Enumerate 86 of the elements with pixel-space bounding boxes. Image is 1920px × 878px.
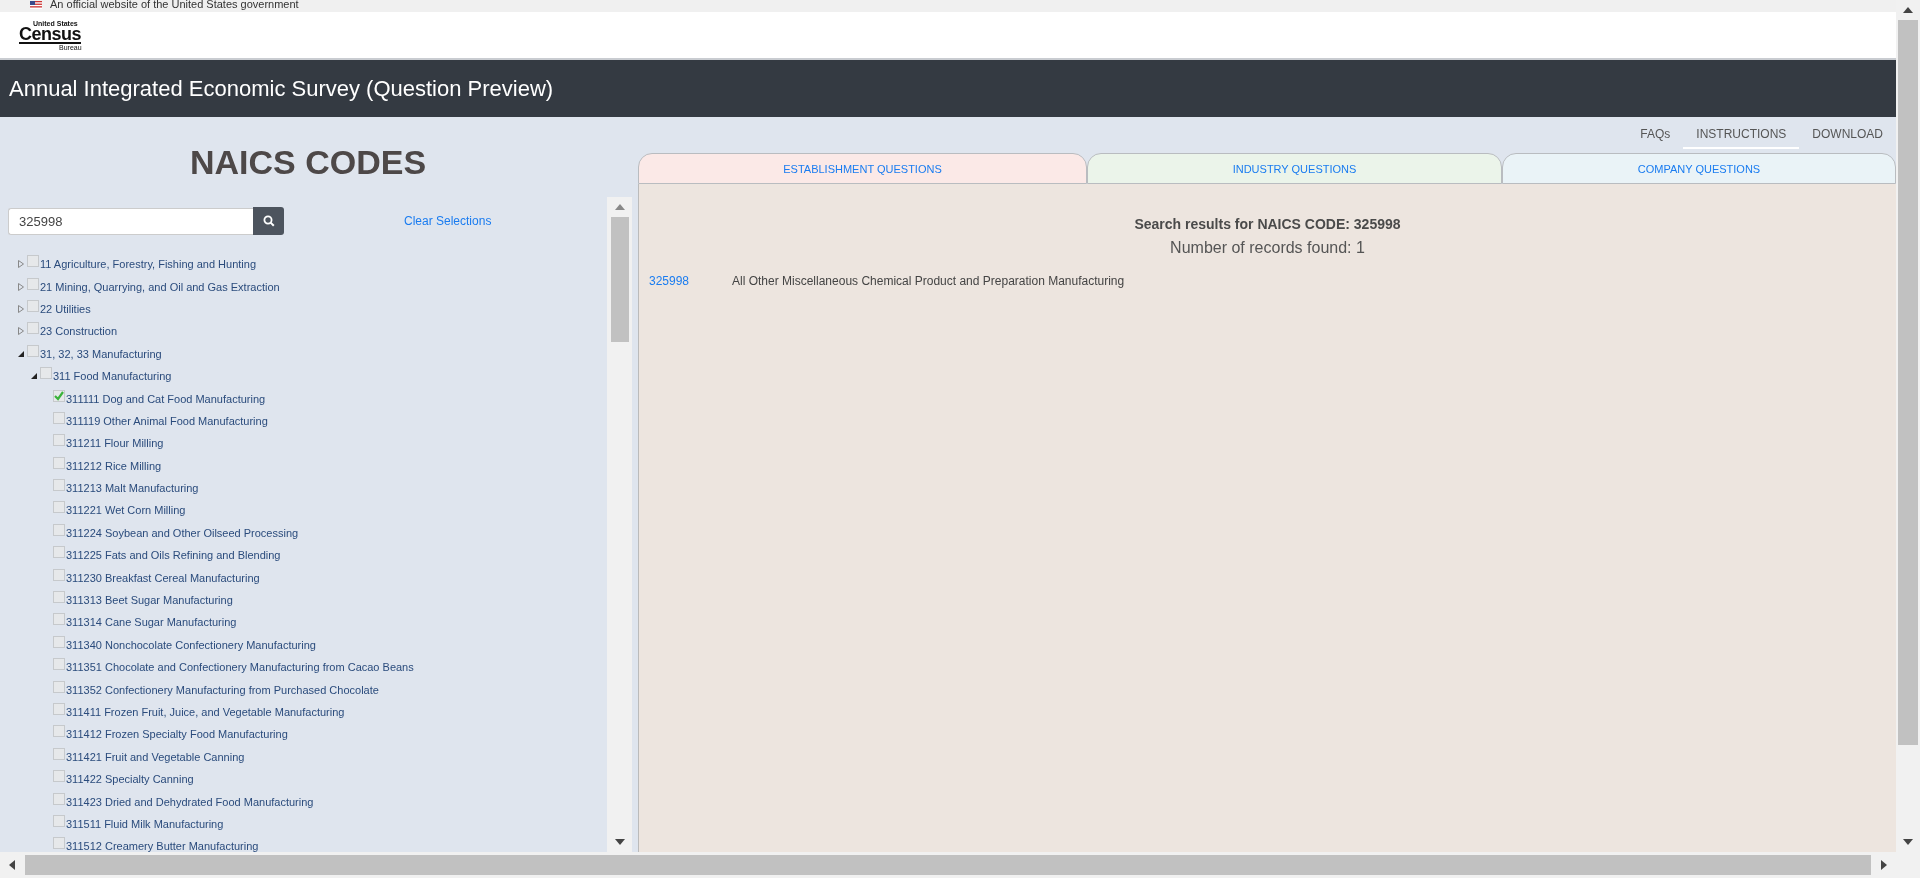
scroll-up-icon[interactable]	[1903, 7, 1913, 13]
scroll-thumb[interactable]	[610, 217, 629, 342]
search-icon	[262, 215, 275, 227]
panel-heading: NAICS CODES	[189, 141, 428, 182]
tree-item[interactable]: 311352 Confectionery Manufacturing from Purchased Chocolate	[66, 683, 379, 696]
scrollbar[interactable]	[607, 197, 632, 852]
checkbox[interactable]	[53, 568, 65, 581]
checkbox[interactable]	[53, 792, 65, 805]
nav-link[interactable]: DOWNLOAD	[1799, 121, 1896, 149]
checkbox[interactable]	[53, 591, 65, 604]
tree-item[interactable]: 311111 Dog and Cat Food Manufacturing	[66, 392, 266, 405]
tree-item[interactable]: 311314 Cane Sugar Manufacturing	[66, 616, 237, 629]
checkbox[interactable]	[53, 389, 65, 402]
tree-item[interactable]: 311213 Malt Manufacturing	[66, 482, 199, 495]
expand-icon[interactable]	[18, 304, 24, 313]
checkbox[interactable]	[40, 367, 52, 380]
checkbox[interactable]	[53, 658, 65, 671]
checkbox[interactable]	[27, 299, 39, 312]
tree-item[interactable]: 311225 Fats and Oils Refining and Blending	[66, 549, 281, 562]
checkbox[interactable]	[27, 322, 39, 335]
nav-link[interactable]: INSTRUCTIONS	[1683, 121, 1800, 149]
tab[interactable]: COMPANY QUESTIONS	[1502, 153, 1896, 184]
search-button[interactable]	[253, 207, 284, 235]
checkbox[interactable]	[53, 837, 65, 850]
expand-icon[interactable]	[18, 260, 24, 269]
tree-item[interactable]: 311340 Nonchocolate Confectionery Manufacturing	[66, 638, 316, 651]
checkbox[interactable]	[27, 255, 39, 268]
tab[interactable]: INDUSTRY QUESTIONS	[1087, 153, 1502, 184]
checkbox[interactable]	[53, 411, 65, 424]
flag-icon	[30, 1, 42, 9]
tree-item[interactable]: 311422 Specialty Canning	[66, 773, 194, 786]
collapse-icon[interactable]	[18, 350, 24, 357]
tree-item[interactable]: 311 Food Manufacturing	[53, 370, 172, 383]
tree-item[interactable]: 311212 Rice Milling	[66, 459, 162, 472]
checkbox[interactable]	[53, 770, 65, 783]
checkbox[interactable]	[53, 456, 65, 469]
checkbox[interactable]	[53, 501, 65, 514]
results-heading: Search results for NAICS CODE: 325998	[1133, 216, 1402, 232]
tree-item[interactable]: 11 Agriculture, Forestry, Fishing and Hunting	[40, 258, 257, 271]
checkbox[interactable]	[53, 814, 65, 827]
tree-item[interactable]: 21 Mining, Quarrying, and Oil and Gas Extraction	[40, 280, 280, 293]
tab[interactable]: ESTABLISHMENT QUESTIONS	[638, 153, 1087, 184]
checkbox[interactable]	[53, 747, 65, 760]
scroll-down-icon[interactable]	[614, 839, 625, 845]
tree-item[interactable]: 23 Construction	[40, 325, 118, 338]
checkbox[interactable]	[53, 613, 65, 626]
tree-item[interactable]: 311412 Frozen Specialty Food Manufacturing	[66, 728, 288, 741]
tree-item[interactable]: 311224 Soybean and Other Oilseed Processing	[66, 526, 299, 539]
tree-item[interactable]: 311411 Frozen Fruit, Juice, and Vegetable Manufacturing	[66, 706, 345, 718]
banner-text: An official website of the United States government	[50, 0, 299, 10]
checkbox[interactable]	[53, 479, 65, 492]
nav-link[interactable]: FAQs	[1627, 121, 1684, 149]
scroll-thumb[interactable]	[1898, 20, 1918, 745]
checkbox[interactable]	[53, 523, 65, 536]
scroll-right-icon[interactable]	[1880, 860, 1887, 870]
checkbox[interactable]	[53, 434, 65, 447]
tree-item[interactable]: 311423 Dried and Dehydrated Food Manufacturing	[66, 795, 314, 808]
tree-item[interactable]: 311119 Other Animal Food Manufacturing	[66, 414, 268, 427]
checkbox[interactable]	[53, 703, 65, 715]
checkbox[interactable]	[53, 546, 65, 559]
tree-item[interactable]: 311351 Chocolate and Confectionery Manufacturing from Cacao Beans	[66, 661, 414, 674]
search-field[interactable]: 325998	[8, 207, 253, 235]
tree-item[interactable]: 311211 Flour Milling	[66, 437, 164, 450]
scroll-down-icon[interactable]	[1903, 839, 1913, 845]
checkbox[interactable]	[27, 277, 39, 290]
tree-item[interactable]: 311512 Creamery Butter Manufacturing	[66, 840, 259, 852]
checkbox[interactable]	[53, 725, 65, 738]
expand-icon[interactable]	[18, 282, 24, 291]
checkbox[interactable]	[53, 635, 65, 648]
tree-item[interactable]: 311221 Wet Corn Milling	[66, 504, 186, 517]
expand-icon[interactable]	[18, 327, 24, 336]
results-count: Number of records found: 1	[1169, 239, 1366, 257]
logo-text: Census	[19, 26, 82, 44]
tree-item[interactable]: 311511 Fluid Milk Manufacturing	[66, 817, 224, 830]
page-title: Annual Integrated Economic Survey (Question Preview)	[9, 75, 554, 102]
code-description: All Other Miscellaneous Chemical Product and Preparation Manufacturing	[732, 274, 1125, 288]
checkbox[interactable]	[27, 344, 39, 357]
tree-item[interactable]: 311230 Breakfast Cereal Manufacturing	[66, 571, 260, 584]
tree-item[interactable]: 31, 32, 33 Manufacturing	[40, 347, 162, 360]
tree-item[interactable]: 311421 Fruit and Vegetable Canning	[66, 750, 245, 763]
scroll-thumb[interactable]	[24, 855, 1872, 875]
collapse-icon[interactable]	[31, 373, 37, 380]
scroll-left-icon[interactable]	[9, 860, 16, 870]
tree-item[interactable]: 22 Utilities	[40, 302, 91, 315]
checkbox[interactable]	[53, 680, 65, 693]
tree-item[interactable]: 311313 Beet Sugar Manufacturing	[66, 594, 233, 607]
